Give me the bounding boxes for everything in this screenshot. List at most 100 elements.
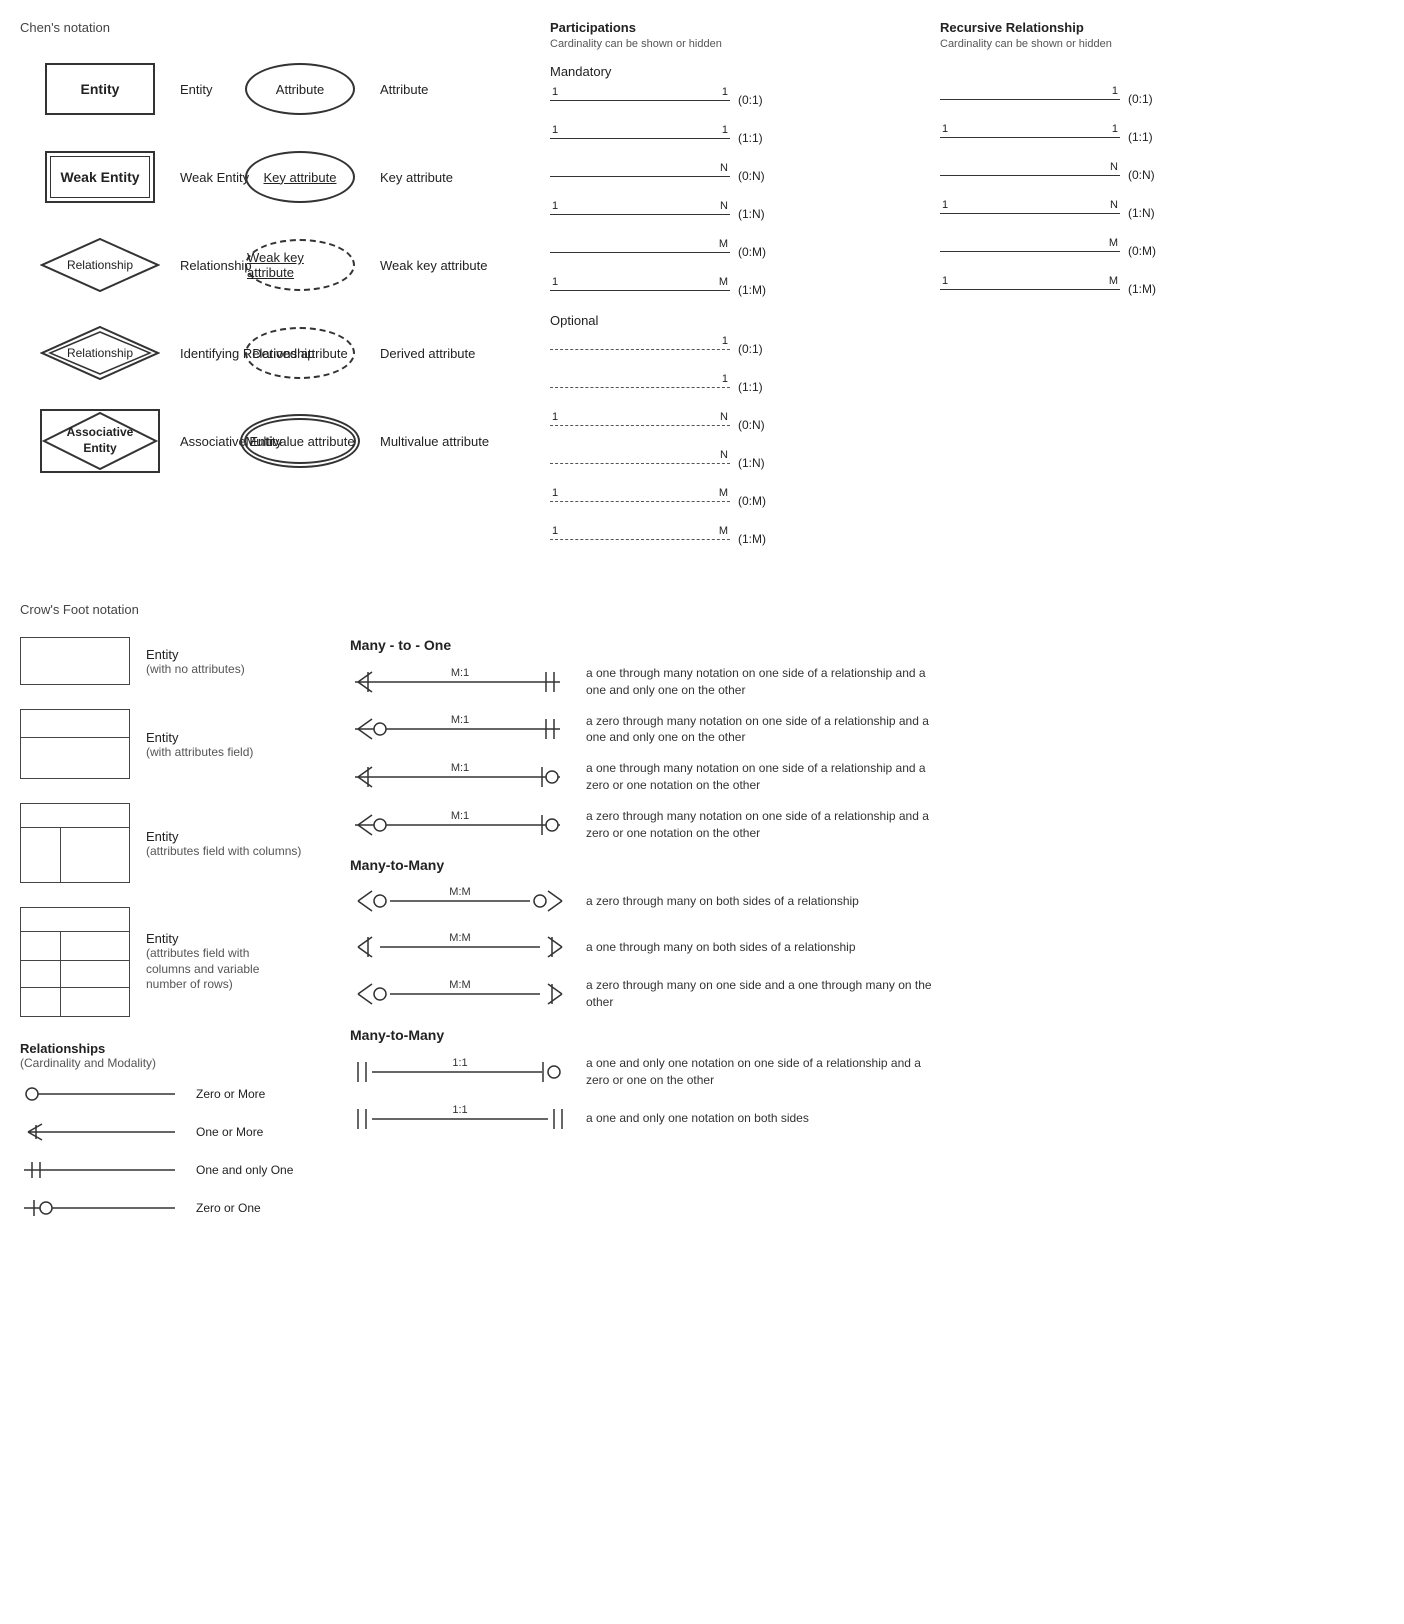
associative-entity-shape: AssociativeEntity (40, 409, 160, 473)
chen-derived-row: Derived attribute Derived attribute (220, 318, 540, 388)
optional-row-0: 1 (0:1) (550, 334, 920, 364)
mandatory-row-5: 1 M (1:M) (550, 275, 920, 305)
cf-entity-cols (20, 803, 130, 883)
zero-or-more-icon (20, 1082, 180, 1106)
m1-desc-3: a zero through many notation on one side… (586, 808, 946, 842)
one-to-one-title: Many-to-Many (350, 1027, 1384, 1043)
recursive-title: Recursive Relationship (940, 20, 1200, 35)
attribute-label: Attribute (380, 82, 550, 97)
cf-11-row-1: 1:1 a one and only one notation on both … (350, 1103, 1384, 1135)
chen-weak-key-row: Weak key attribute Weak key attribute (220, 230, 540, 300)
chens-title: Chen's notation (20, 20, 540, 50)
cf-entity-simple-sublabel: (with no attributes) (146, 662, 245, 676)
cf-entity-rows (20, 907, 130, 1017)
key-attribute-label: Key attribute (380, 170, 550, 185)
m1-desc-2: a one through many notation on one side … (586, 760, 946, 794)
key-attribute-shape: Key attribute (245, 151, 355, 203)
many-to-one-section: Many - to - One (350, 637, 1384, 841)
one-or-more-icon (20, 1120, 180, 1144)
m1-diagram-3: M:1 (350, 809, 570, 841)
chen-relationship-row: Relationship Relationship (20, 230, 220, 300)
cf-entity-cols-label: Entity (146, 829, 301, 844)
optional-row-5: 1 M (1:M) (550, 524, 920, 554)
cf-sym-one-only: One and only One (20, 1158, 320, 1182)
mm-diagram-1: M:M (350, 931, 570, 963)
identifying-relationship-shape: Relationship (40, 325, 160, 381)
svg-text:1:1: 1:1 (452, 1057, 467, 1069)
cf-entity-cols-sublabel: (attributes field with columns) (146, 844, 301, 858)
optional-row-4: 1 M (0:M) (550, 486, 920, 516)
weak-key-attribute-shape: Weak key attribute (245, 239, 355, 291)
many-to-one-title: Many - to - One (350, 637, 1384, 653)
crows-title: Crow's Foot notation (20, 602, 1384, 617)
chen-weak-entity-row: Weak Entity Weak Entity (20, 142, 220, 212)
optional-title: Optional (550, 313, 920, 328)
mandatory-title: Mandatory (550, 64, 920, 79)
cf-m1-row-3: M:1 a zero through many notation on one … (350, 808, 1384, 842)
mm-desc-2: a zero through many on one side and a on… (586, 977, 946, 1011)
recursive-row-3: 1 N (1:N) (940, 198, 1200, 228)
svg-text:M:M: M:M (449, 886, 470, 898)
cf-entity-simple-row: Entity (with no attributes) (20, 637, 320, 685)
weak-key-attribute-label: Weak key attribute (380, 258, 550, 273)
mandatory-row-3: 1 N (1:N) (550, 199, 920, 229)
chen-attribute-row: Attribute Attribute (220, 54, 540, 124)
mandatory-row-4: M (0:M) (550, 237, 920, 267)
cf-sym-zero-or-one: Zero or One (20, 1196, 320, 1220)
crows-symbols-title: Relationships (20, 1041, 320, 1056)
m1-diagram-2: M:1 (350, 761, 570, 793)
chen-key-attribute-row: Key attribute Key attribute (220, 142, 540, 212)
one-to-one-section: Many-to-Many 1:1 a one and only one n (350, 1027, 1384, 1135)
many-to-many-section: Many-to-Many M:M (350, 857, 1384, 1011)
cf-entity-rows-sublabel: (attributes field with columns and varia… (146, 946, 296, 993)
mandatory-row-1: 1 1 (1:1) (550, 123, 920, 153)
zero-or-one-label: Zero or One (196, 1201, 261, 1215)
svg-text:M:1: M:1 (451, 714, 469, 726)
cf-11-row-0: 1:1 a one and only one notation on one s… (350, 1055, 1384, 1089)
multivalue-attribute-shape: Multivalue attribute (240, 414, 360, 468)
cf-sym-one-or-more: One or More (20, 1120, 320, 1144)
m1-desc-0: a one through many notation on one side … (586, 665, 946, 699)
recursive-row-1: 1 1 (1:1) (940, 122, 1200, 152)
mm-diagram-0: M:M (350, 885, 570, 917)
11-diagram-1: 1:1 (350, 1103, 570, 1135)
cf-entity-attrs-sublabel: (with attributes field) (146, 745, 253, 759)
cf-entity-simple-label: Entity (146, 647, 245, 662)
entity-shape: Entity (45, 63, 155, 115)
cf-mm-row-0: M:M a zero through many on both sides of… (350, 885, 1384, 917)
cf-entity-rows-label: Entity (146, 931, 296, 946)
svg-text:M:1: M:1 (451, 810, 469, 822)
cf-entity-rows-row: Entity (attributes field with columns an… (20, 907, 320, 1017)
zero-or-one-icon (20, 1196, 180, 1220)
participations-subtitle: Cardinality can be shown or hidden (550, 35, 920, 50)
recursive-row-5: 1 M (1:M) (940, 274, 1200, 304)
11-desc-0: a one and only one notation on one side … (586, 1055, 946, 1089)
svg-text:1:1: 1:1 (452, 1104, 467, 1116)
crows-section: Crow's Foot notation Entity (with no att… (20, 602, 1384, 1234)
cf-entity-simple (20, 637, 130, 685)
svg-text:M:1: M:1 (451, 667, 469, 679)
mm-desc-1: a one through many on both sides of a re… (586, 939, 856, 956)
derived-attribute-shape: Derived attribute (245, 327, 355, 379)
mandatory-row-0: 1 1 (0:1) (550, 85, 920, 115)
chen-associative-row: AssociativeEntity Associative Entity (20, 406, 220, 476)
m1-diagram-0: M:1 (350, 666, 570, 698)
11-diagram-0: 1:1 (350, 1056, 570, 1088)
cf-mm-row-2: M:M a zero through many on one side and … (350, 977, 1384, 1011)
many-to-many-title: Many-to-Many (350, 857, 1384, 873)
svg-text:M:1: M:1 (451, 762, 469, 774)
zero-or-more-label: Zero or More (196, 1087, 265, 1101)
one-only-icon (20, 1158, 180, 1182)
multivalue-attribute-label: Multivalue attribute (380, 434, 550, 449)
derived-attribute-label: Derived attribute (380, 346, 550, 361)
optional-row-2: 1 N (0:N) (550, 410, 920, 440)
cf-mm-row-1: M:M a one through many on both sides of … (350, 931, 1384, 963)
recursive-row-2: N (0:N) (940, 160, 1200, 190)
svg-text:M:M: M:M (449, 932, 470, 944)
recursive-subtitle: Cardinality can be shown or hidden (940, 35, 1200, 50)
recursive-row-4: M (0:M) (940, 236, 1200, 266)
mandatory-row-2: N (0:N) (550, 161, 920, 191)
cf-sym-zero-or-more: Zero or More (20, 1082, 320, 1106)
one-only-label: One and only One (196, 1163, 293, 1177)
chen-identifying-row: Relationship Identifying Relationship (20, 318, 220, 388)
